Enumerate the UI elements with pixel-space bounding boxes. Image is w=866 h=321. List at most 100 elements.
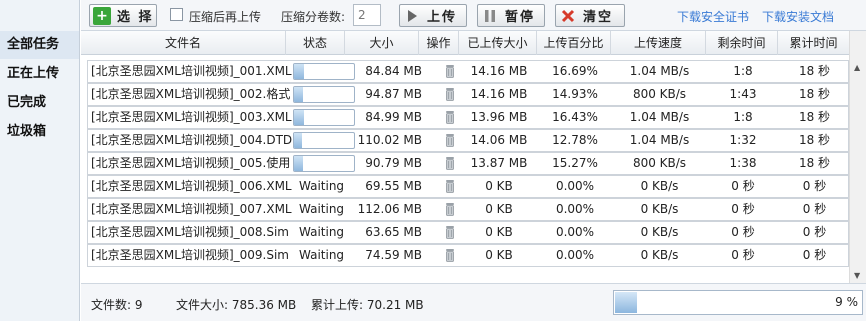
select-button[interactable]: + 选 择 <box>89 4 157 27</box>
cell-remaining: 0 秒 <box>731 225 755 239</box>
cell-elapsed: 18 秒 <box>798 87 831 101</box>
trash-icon[interactable] <box>445 180 455 193</box>
table-row[interactable]: [北京圣思园XML培训视频]_008.Sim Waiting 63.65 MB 0 K… <box>87 221 849 244</box>
sidebar-item-uploading[interactable]: 正在上传 <box>0 60 79 88</box>
sidebar: 全部任务 正在上传 已完成 垃圾箱 <box>0 0 80 321</box>
trash-icon[interactable] <box>445 203 455 216</box>
file-count: 文件数: 9 <box>91 298 143 312</box>
trash-icon[interactable] <box>445 134 455 147</box>
cell-uploaded: 0 KB <box>485 225 513 239</box>
row-progress-bar <box>293 132 355 149</box>
cell-size: 74.59 MB <box>365 248 422 262</box>
table-row[interactable]: [北京圣思园XML培训视频]_009.Sim Waiting 74.59 MB 0 K… <box>87 244 849 267</box>
scroll-down-icon[interactable]: ▼ <box>854 271 860 280</box>
total-progress-fill <box>615 292 638 313</box>
cell-percent: 0.00% <box>555 225 595 239</box>
trash-icon[interactable] <box>445 157 455 170</box>
col-header-status[interactable]: 状态 <box>286 31 345 55</box>
cell-size: 112.06 MB <box>357 202 422 216</box>
download-install-doc-link[interactable]: 下载安装文档 <box>762 8 834 25</box>
cell-percent: 16.43% <box>552 110 598 124</box>
sidebar-item-trash[interactable]: 垃圾箱 <box>0 118 79 146</box>
file-size-total: 文件大小: 785.36 MB <box>176 298 297 312</box>
upload-button[interactable]: 上传 <box>399 4 467 27</box>
select-button-label: 选 择 <box>117 10 154 25</box>
toolbar: + 选 择 压缩后再上传 压缩分卷数: 上传 暂停 清空 下载安全证书 下载安装… <box>81 0 866 31</box>
sidebar-item-completed[interactable]: 已完成 <box>0 89 79 117</box>
col-header-elapsed[interactable]: 累计时间 <box>778 31 849 55</box>
table-row[interactable]: [北京圣思园XML培训视频]_001.XML 84.84 MB 14.16 MB 16… <box>87 60 849 83</box>
table-row[interactable]: [北京圣思园XML培训视频]_002.格式 94.87 MB 14.16 MB 14.… <box>87 83 849 106</box>
table-header: 文件名 状态 大小 操作 已上传大小 上传百分比 上传速度 剩余时间 累计时间 <box>81 31 849 55</box>
cell-size: 84.99 MB <box>365 110 422 124</box>
trash-icon[interactable] <box>445 249 455 262</box>
cell-elapsed: 0 秒 <box>802 179 827 193</box>
cell-size: 94.87 MB <box>365 87 422 101</box>
cell-filename: [北京圣思园XML培训视频]_004.DTD <box>91 133 293 147</box>
cell-size: 110.02 MB <box>357 133 422 147</box>
clear-button[interactable]: 清空 <box>555 4 625 27</box>
cell-speed: 1.04 MB/s <box>629 133 690 147</box>
trash-icon[interactable] <box>445 226 455 239</box>
vertical-scrollbar[interactable]: ▲ ▼ <box>849 31 866 283</box>
cell-size: 90.79 MB <box>365 156 422 170</box>
table-row[interactable]: [北京圣思园XML培训视频]_004.DTD 110.02 MB 14.06 MB 1… <box>87 129 849 152</box>
cell-uploaded: 13.87 MB <box>470 156 528 170</box>
col-header-speed[interactable]: 上传速度 <box>611 31 706 55</box>
cell-filename: [北京圣思园XML培训视频]_007.XML <box>91 202 292 216</box>
cell-uploaded: 0 KB <box>485 202 513 216</box>
row-progress-fill <box>294 156 304 171</box>
cell-size: 69.55 MB <box>365 179 422 193</box>
compress-label: 压缩后再上传 <box>189 10 262 24</box>
table-row[interactable]: [北京圣思园XML培训视频]_006.XML Waiting 69.55 MB 0 K… <box>87 175 849 198</box>
cell-speed: 0 KB/s <box>640 248 679 262</box>
table-row[interactable]: [北京圣思园XML培训视频]_005.使用 90.79 MB 13.87 MB 15.… <box>87 152 849 175</box>
trash-icon[interactable] <box>445 65 455 78</box>
status-footer: 文件数: 9 文件大小: 785.36 MB 累计上传: 70.21 MB 9 … <box>81 283 866 321</box>
cell-uploaded: 14.16 MB <box>470 64 528 78</box>
col-header-filename[interactable]: 文件名 <box>81 31 286 55</box>
cell-uploaded: 0 KB <box>485 248 513 262</box>
cell-elapsed: 18 秒 <box>798 110 831 124</box>
pause-button-label: 暂停 <box>505 10 536 25</box>
cell-status: Waiting <box>299 225 345 239</box>
col-header-remaining[interactable]: 剩余时间 <box>706 31 778 55</box>
cell-filename: [北京圣思园XML培训视频]_008.Sim <box>91 225 289 239</box>
table-row[interactable]: [北京圣思园XML培训视频]_007.XML Waiting 112.06 MB 0 … <box>87 198 849 221</box>
cell-uploaded: 14.16 MB <box>470 87 528 101</box>
cell-percent: 0.00% <box>555 202 595 216</box>
compress-checkbox[interactable] <box>170 8 183 21</box>
cell-speed: 1.04 MB/s <box>629 110 690 124</box>
table-row[interactable]: [北京圣思园XML培训视频]_003.XML 84.99 MB 13.96 MB 16… <box>87 106 849 129</box>
volume-count-input[interactable] <box>353 4 381 26</box>
pause-button[interactable]: 暂停 <box>477 4 545 27</box>
row-progress-bar <box>293 155 355 172</box>
cell-remaining: 1:38 <box>729 156 757 170</box>
sidebar-item-all-tasks[interactable]: 全部任务 <box>0 31 79 59</box>
trash-icon[interactable] <box>445 111 455 124</box>
cell-elapsed: 0 秒 <box>802 248 827 262</box>
cell-uploaded: 0 KB <box>485 179 513 193</box>
cell-remaining: 1:8 <box>733 110 753 124</box>
total-progress-bar: 9 % <box>613 290 863 315</box>
download-cert-link[interactable]: 下载安全证书 <box>677 8 749 25</box>
col-header-action[interactable]: 操作 <box>419 31 459 55</box>
cell-speed: 800 KB/s <box>632 156 687 170</box>
upload-button-label: 上传 <box>427 10 458 25</box>
col-header-percent[interactable]: 上传百分比 <box>537 31 611 55</box>
scroll-up-icon[interactable]: ▲ <box>854 63 860 72</box>
clear-button-label: 清空 <box>583 10 614 25</box>
volume-label: 压缩分卷数: <box>281 10 346 24</box>
cell-percent: 0.00% <box>555 179 595 193</box>
cell-remaining: 1:8 <box>733 64 753 78</box>
cell-elapsed: 0 秒 <box>802 225 827 239</box>
row-progress-fill <box>294 64 304 79</box>
cell-remaining: 0 秒 <box>731 202 755 216</box>
trash-icon[interactable] <box>445 88 455 101</box>
cell-percent: 16.69% <box>552 64 598 78</box>
col-header-uploaded[interactable]: 已上传大小 <box>459 31 537 55</box>
col-header-size[interactable]: 大小 <box>345 31 419 55</box>
play-icon <box>403 7 421 25</box>
row-progress-fill <box>294 133 302 148</box>
cell-speed: 0 KB/s <box>640 179 679 193</box>
